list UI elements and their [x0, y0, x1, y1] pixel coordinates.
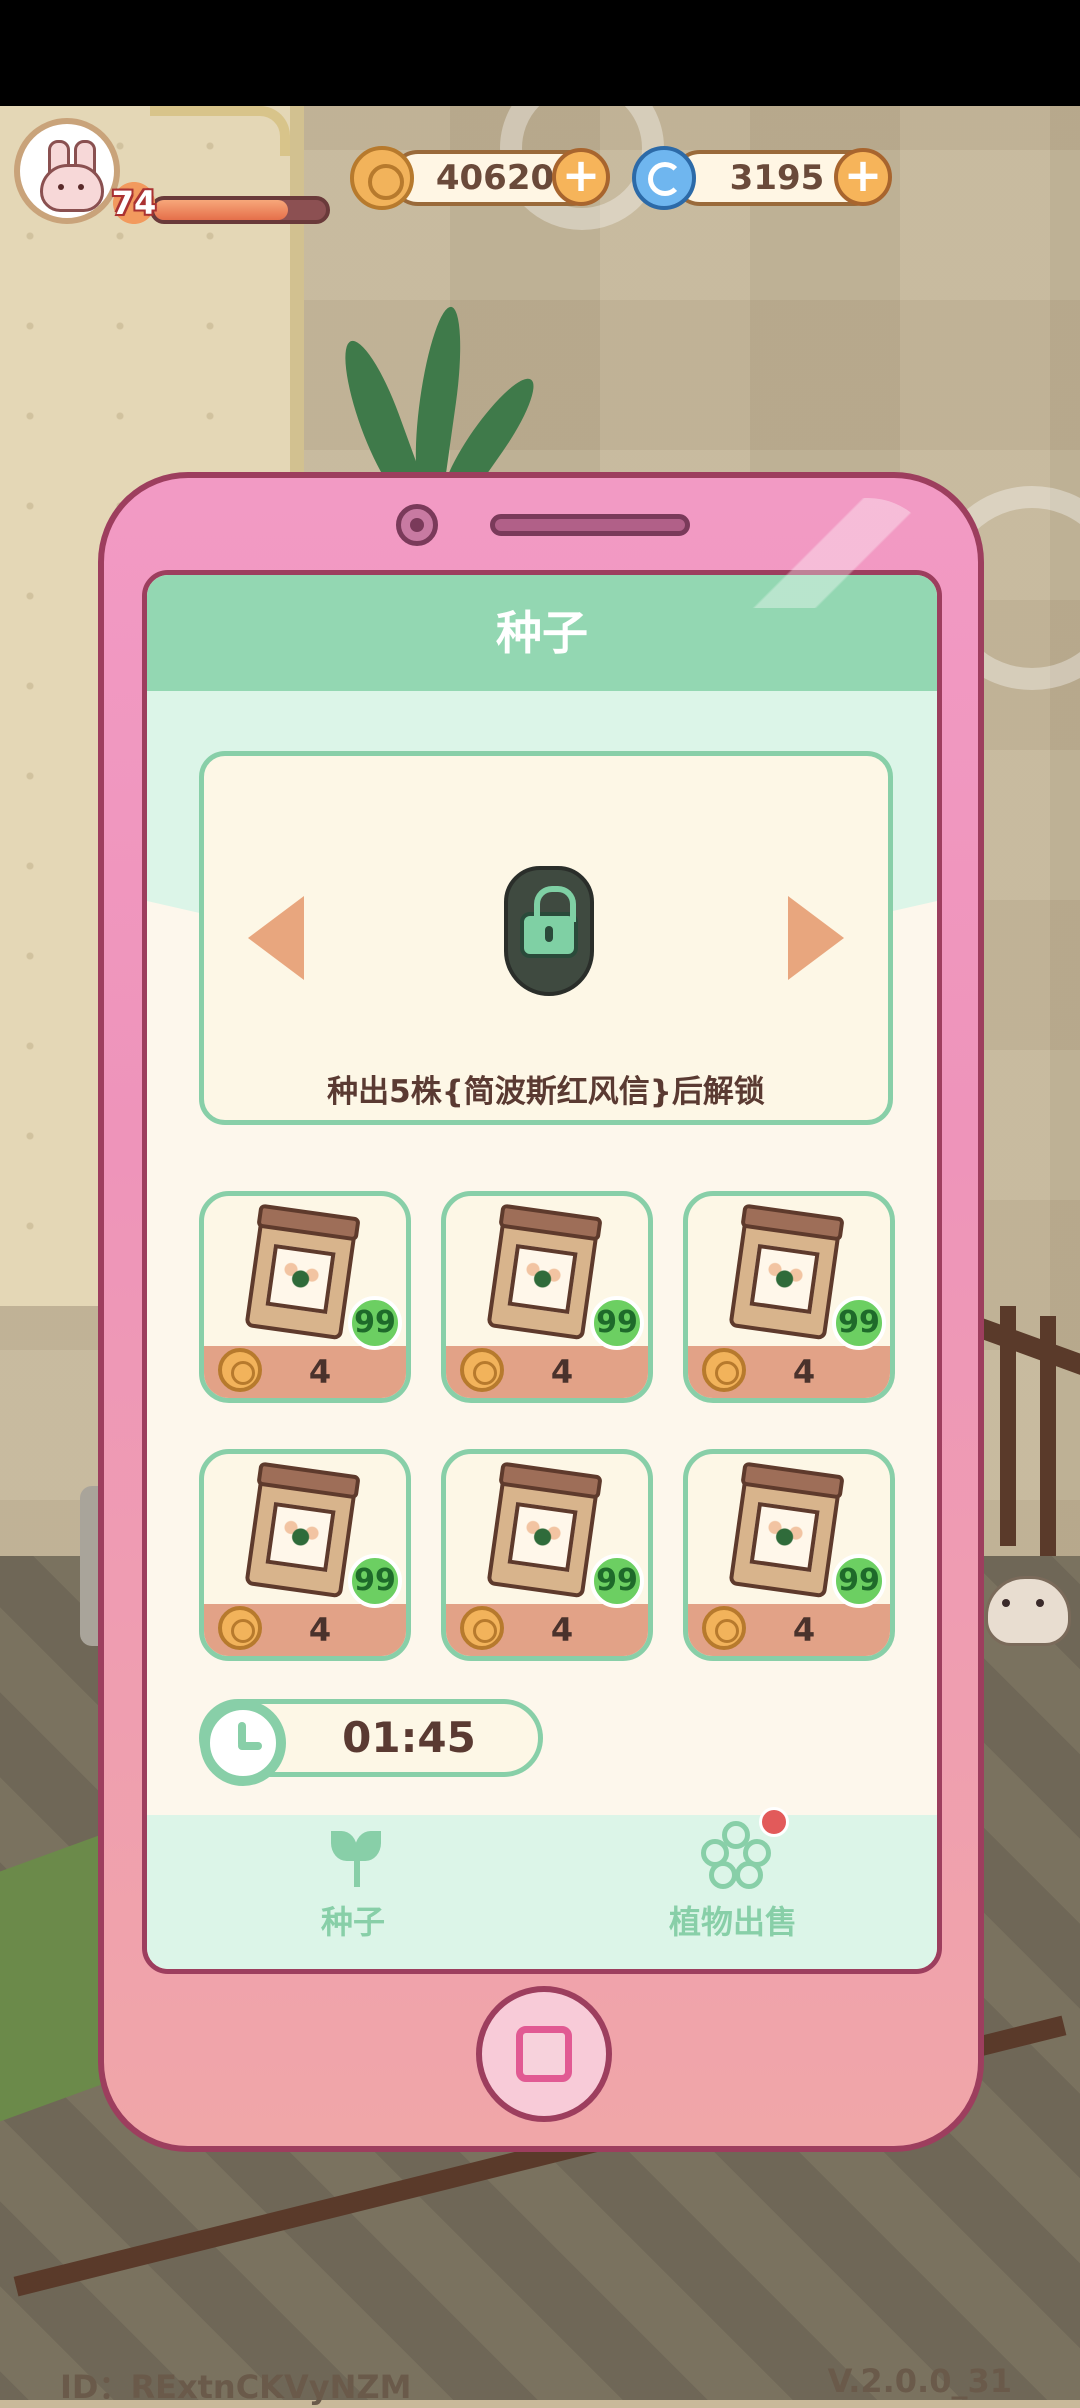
seed-bag-icon	[728, 1469, 842, 1599]
coin-icon	[702, 1606, 746, 1650]
add-coins-button[interactable]: +	[552, 148, 610, 206]
seed-shop-screen: 种子 种出5株{简波斯红风信}后解锁 99 4 99 4 99 4 99 4 9…	[142, 570, 942, 1974]
quantity-badge: 99	[832, 1554, 886, 1608]
coin-amount: 40620	[435, 158, 555, 198]
tab-plant-sale[interactable]: 植物出售	[583, 1815, 883, 1965]
quantity-badge: 99	[348, 1296, 402, 1350]
sprout-icon	[327, 1829, 381, 1889]
gem-amount: 3195	[729, 158, 825, 198]
coin-icon	[218, 1348, 262, 1392]
coin-icon	[460, 1348, 504, 1392]
flower-icon	[701, 1821, 771, 1891]
version-label: V.2.0.0_31	[827, 2362, 1012, 2400]
seed-slot[interactable]: 99 4	[441, 1191, 653, 1403]
timer-value: 01:45	[342, 1713, 476, 1762]
seed-bag-icon	[486, 1469, 600, 1599]
seed-slot[interactable]: 99 4	[683, 1449, 895, 1661]
seed-price: 4	[792, 1353, 816, 1391]
seed-bag-icon	[244, 1211, 358, 1341]
seed-slot[interactable]: 99 4	[441, 1449, 653, 1661]
coin-icon	[350, 146, 414, 210]
prev-arrow-icon[interactable]	[248, 896, 304, 980]
seed-bag-icon	[486, 1211, 600, 1341]
seed-bag-icon	[244, 1469, 358, 1599]
add-gems-button[interactable]: +	[834, 148, 892, 206]
page-title: 种子	[496, 606, 588, 660]
tab-label: 种子	[320, 1903, 385, 1941]
tab-seeds[interactable]: 种子	[203, 1815, 503, 1965]
quantity-badge: 99	[590, 1554, 644, 1608]
refresh-timer: 01:45	[199, 1699, 543, 1786]
bunny-icon	[38, 140, 104, 212]
tab-label: 植物出售	[668, 1903, 797, 1941]
seed-price: 4	[550, 1611, 574, 1649]
level-progress-bar	[150, 196, 330, 224]
phone-speaker	[490, 514, 690, 536]
unlock-condition: 种出5株{简波斯红风信}后解锁	[327, 1074, 765, 1110]
notification-dot	[759, 1807, 789, 1837]
seed-price: 4	[550, 1353, 574, 1391]
seed-price: 4	[792, 1611, 816, 1649]
home-button[interactable]	[476, 1986, 612, 2122]
cat[interactable]	[985, 1576, 1071, 1646]
seed-bag-icon	[728, 1211, 842, 1341]
door-frame	[150, 106, 290, 156]
seed-slot[interactable]: 99 4	[199, 1449, 411, 1661]
level-progress-fill	[154, 200, 289, 220]
fence-post	[1000, 1306, 1016, 1546]
next-arrow-icon[interactable]	[788, 896, 844, 980]
seed-price: 4	[308, 1353, 332, 1391]
quantity-badge: 99	[348, 1554, 402, 1608]
gem-icon	[632, 146, 696, 210]
seed-slot[interactable]: 99 4	[199, 1191, 411, 1403]
coin-icon	[460, 1606, 504, 1650]
clock-icon	[200, 1700, 286, 1786]
lock-icon	[520, 886, 578, 958]
status-bar	[0, 0, 1080, 106]
coin-icon	[702, 1348, 746, 1392]
seed-slot[interactable]: 99 4	[683, 1191, 895, 1403]
player-id: ID：RExtnCKVyNZM	[60, 2368, 412, 2406]
phone-camera	[396, 504, 438, 546]
bottom-tab-bar: 种子 植物出售	[147, 1807, 937, 1969]
fence-post	[1040, 1316, 1056, 1556]
featured-seed-card: 种出5株{简波斯红风信}后解锁	[199, 751, 893, 1125]
seed-price: 4	[308, 1611, 332, 1649]
coin-icon	[218, 1606, 262, 1650]
quantity-badge: 99	[832, 1296, 886, 1350]
phone-panel: 种子 种出5株{简波斯红风信}后解锁 99 4 99 4 99 4 99 4 9…	[98, 472, 984, 2152]
level-badge: 74	[104, 180, 164, 226]
quantity-badge: 99	[590, 1296, 644, 1350]
